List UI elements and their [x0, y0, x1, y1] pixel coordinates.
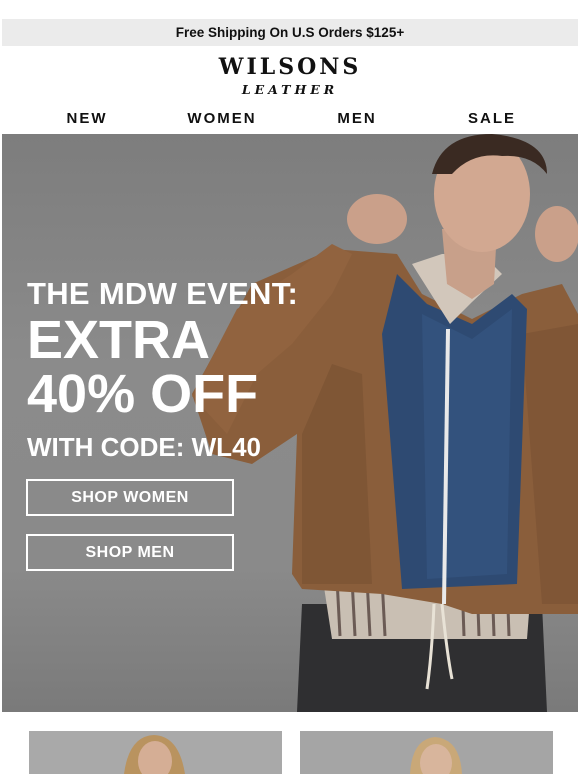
shop-women-button[interactable]: SHOP WOMEN: [26, 479, 234, 516]
main-nav: NEW WOMEN MEN SALE: [0, 110, 580, 130]
logo-wordmark: WILSONS: [218, 54, 362, 80]
promo-code-text: WITH CODE: WL40: [27, 432, 261, 462]
promo-text: Free Shipping On U.S Orders $125+: [175, 25, 405, 40]
shop-men-label: SHOP MEN: [85, 543, 175, 561]
logo-subtitle: LEATHER: [241, 82, 339, 97]
shop-men-button[interactable]: SHOP MEN: [26, 534, 234, 571]
product-tile-men[interactable]: [300, 731, 553, 774]
nav-item-new[interactable]: NEW: [67, 110, 108, 127]
hero-headline-line1: EXTRA: [27, 310, 211, 370]
hero-eyebrow: THE MDW EVENT:: [27, 276, 299, 311]
hero-banner[interactable]: THE MDW EVENT: EXTRA 40% OFF WITH CODE: …: [2, 134, 578, 712]
nav-item-men[interactable]: MEN: [337, 110, 376, 127]
nav-item-sale[interactable]: SALE: [468, 110, 516, 127]
shop-women-label: SHOP WOMEN: [71, 488, 189, 506]
hero-headline-line2: 40% OFF: [27, 364, 259, 424]
product-tile-women[interactable]: [29, 731, 282, 774]
nav-item-women[interactable]: WOMEN: [187, 110, 256, 127]
woman-portrait-photo: [29, 731, 282, 774]
woman-portrait-photo: [300, 731, 553, 774]
promo-bar: Free Shipping On U.S Orders $125+: [2, 19, 578, 46]
brand-logo[interactable]: WILSONS LEATHER: [0, 56, 580, 100]
